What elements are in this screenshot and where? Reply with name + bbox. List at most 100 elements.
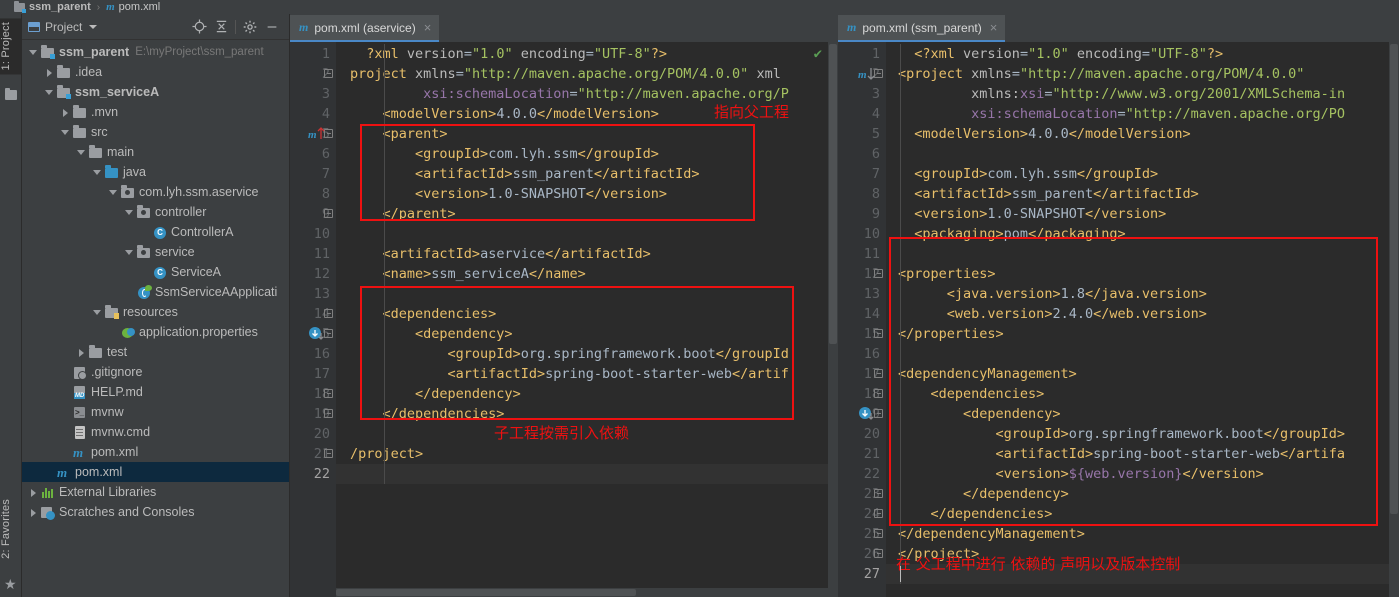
tree-item[interactable]: test (22, 342, 289, 362)
tree-item[interactable]: controller (22, 202, 289, 222)
scrollbar-thumb[interactable] (336, 589, 636, 596)
breadcrumb-item-project[interactable]: ssm_parent (14, 0, 91, 13)
tree-expand-arrow[interactable] (60, 107, 71, 118)
breadcrumb-item-file[interactable]: m pom.xml (106, 1, 160, 13)
vertical-scrollbar[interactable] (1389, 42, 1399, 597)
close-icon[interactable]: × (990, 20, 998, 35)
tree-item[interactable]: application.properties (22, 322, 289, 342)
tree-item-selected[interactable]: m pom.xml (22, 462, 289, 482)
tree-expand-arrow[interactable] (60, 427, 71, 438)
scrollbar-thumb[interactable] (1390, 44, 1398, 514)
tree-item[interactable]: java (22, 162, 289, 182)
code-fold-toggle-icon[interactable] (874, 369, 883, 378)
tree-expand-arrow[interactable] (60, 447, 71, 458)
code-fold-toggle-icon[interactable] (874, 489, 883, 498)
code-fold-toggle-icon[interactable] (874, 409, 883, 418)
maven-parent-up-icon[interactable]: m (308, 126, 325, 141)
tree-item[interactable]: mvnw.cmd (22, 422, 289, 442)
tree-expand-arrow[interactable] (60, 387, 71, 398)
tree-item[interactable]: ssm_serviceA (22, 82, 289, 102)
maven-child-down-icon[interactable]: m (858, 66, 875, 81)
code-line: <java.version>1.8</java.version> (898, 284, 1207, 304)
code-area-right[interactable]: 1 2 3 4 5 6 7 8 9 10 11 12 13 14 15 16 17 18 19 20 21 22 23 24 2… (838, 42, 1399, 597)
tree-item[interactable]: External Libraries (22, 482, 289, 502)
tree-expand-arrow[interactable] (44, 467, 55, 478)
module-folder-icon (40, 45, 55, 59)
code-fold-toggle-icon[interactable] (874, 329, 883, 338)
code-fold-toggle-icon[interactable] (874, 269, 883, 278)
tree-expand-arrow[interactable] (28, 507, 39, 518)
tree-item[interactable]: .mvn (22, 102, 289, 122)
code-fold-toggle-icon[interactable] (874, 509, 883, 518)
tree-expand-arrow[interactable] (76, 347, 87, 358)
tree-item[interactable]: MD HELP.md (22, 382, 289, 402)
code-fold-toggle-icon[interactable] (324, 309, 333, 318)
tree-item[interactable]: SsmServiceAApplicati (22, 282, 289, 302)
tree-expand-arrow[interactable] (124, 247, 135, 258)
tree-item[interactable]: com.lyh.ssm.aservice (22, 182, 289, 202)
tree-item[interactable]: Scratches and Consoles (22, 502, 289, 522)
code-fold-toggle-icon[interactable] (324, 69, 333, 78)
close-icon[interactable]: × (424, 20, 432, 35)
code-token: </name> (528, 266, 586, 282)
project-title-dropdown[interactable]: Project (28, 20, 98, 34)
horizontal-scrollbar[interactable] (336, 588, 828, 597)
tree-expand-arrow[interactable] (60, 367, 71, 378)
tree-expand-arrow[interactable] (28, 487, 39, 498)
tree-item[interactable]: .idea (22, 62, 289, 82)
collapse-all-icon[interactable] (210, 16, 232, 38)
tab-pom-ssm-parent[interactable]: m pom.xml (ssm_parent) × (838, 15, 1006, 42)
tree-item[interactable]: .gitignore (22, 362, 289, 382)
tool-button-project[interactable]: 1: Project (0, 18, 22, 75)
tree-expand-arrow[interactable] (76, 147, 87, 158)
code-fold-toggle-icon[interactable] (874, 389, 883, 398)
tree-expand-arrow[interactable] (60, 407, 71, 418)
tree-expand-arrow[interactable] (124, 287, 135, 298)
tree-expand-arrow[interactable] (140, 267, 151, 278)
settings-gear-icon[interactable] (239, 16, 261, 38)
tab-pom-aservice[interactable]: m pom.xml (aservice) × (290, 15, 440, 42)
code-fold-toggle-icon[interactable] (324, 389, 333, 398)
tree-item[interactable]: >_ mvnw (22, 402, 289, 422)
code-area-left[interactable]: ✔ 1 2 3 4 5 6 7 8 9 10 11 12 13 14 15 16 17 18 19 20 21 22 ?x… (290, 42, 838, 597)
tree-expand-arrow[interactable] (124, 207, 135, 218)
code-token: <dependencies> (382, 306, 497, 322)
scrollbar-thumb[interactable] (829, 44, 837, 344)
tool-button-favorites[interactable]: 2: Favorites (0, 495, 22, 563)
code-fold-toggle-icon[interactable] (324, 449, 333, 458)
tree-item[interactable]: ssm_parent E:\myProject\ssm_parent (22, 42, 289, 62)
tree-expand-arrow[interactable] (44, 67, 55, 78)
tree-expand-arrow[interactable] (92, 167, 103, 178)
code-fold-toggle-icon[interactable] (874, 549, 883, 558)
maven-dependency-download-icon[interactable] (858, 406, 875, 425)
code-fold-toggle-icon[interactable] (324, 209, 333, 218)
code-fold-toggle-icon[interactable] (874, 69, 883, 78)
tree-item-label: SsmServiceAApplicati (155, 285, 278, 299)
code-fold-toggle-icon[interactable] (874, 529, 883, 538)
hide-icon[interactable] (261, 16, 283, 38)
locate-icon[interactable] (188, 16, 210, 38)
code-fold-toggle-icon[interactable] (324, 129, 333, 138)
tree-expand-arrow[interactable] (44, 87, 55, 98)
code-line: </dependencies> (350, 404, 505, 424)
vertical-scrollbar[interactable] (828, 42, 838, 597)
code-token: </properties> (898, 326, 1004, 342)
maven-dependency-download-icon[interactable] (308, 326, 325, 345)
code-fold-toggle-icon[interactable] (324, 329, 333, 338)
tree-item[interactable]: m pom.xml (22, 442, 289, 462)
tree-expand-arrow[interactable] (60, 127, 71, 138)
tree-expand-arrow[interactable] (92, 307, 103, 318)
tree-expand-arrow[interactable] (108, 187, 119, 198)
tree-item[interactable]: C ControllerA (22, 222, 289, 242)
tree-item[interactable]: C ServiceA (22, 262, 289, 282)
tree-item[interactable]: main (22, 142, 289, 162)
tree-item[interactable]: resources (22, 302, 289, 322)
code-fold-toggle-icon[interactable] (324, 409, 333, 418)
tree-expand-arrow[interactable] (140, 227, 151, 238)
tree-item[interactable]: service (22, 242, 289, 262)
tree-item[interactable]: src (22, 122, 289, 142)
tree-expand-arrow[interactable] (108, 327, 119, 338)
tree-expand-arrow[interactable] (28, 47, 39, 58)
